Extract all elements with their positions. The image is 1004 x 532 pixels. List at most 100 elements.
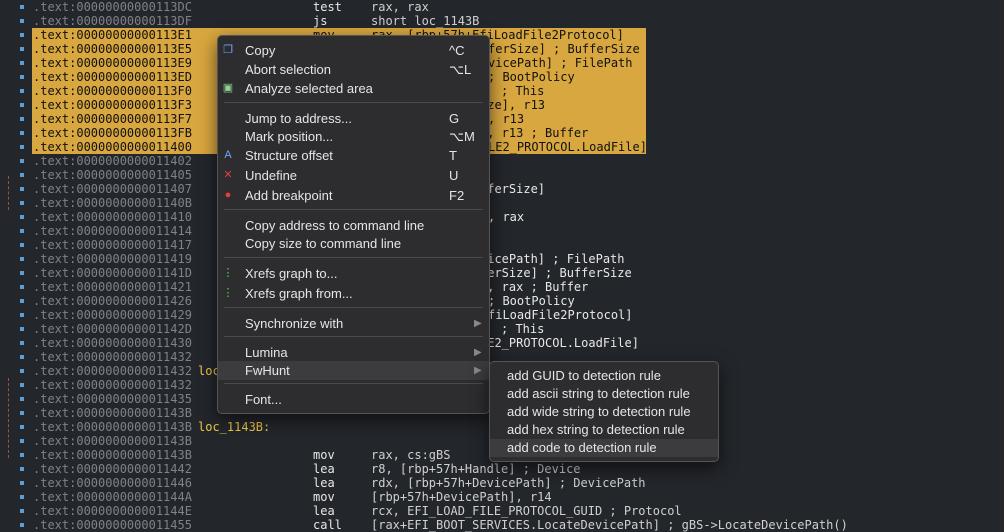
- menu-separator: [224, 336, 483, 337]
- breakpoint-icon: ●: [224, 189, 232, 201]
- row-operands: rdx, [rbp+57h+DevicePath] ; DevicePath: [371, 476, 646, 490]
- submenu-item-label: add ascii string to detection rule: [507, 386, 690, 401]
- row-operand-tail: , rax: [488, 210, 525, 224]
- submenu-arrow-icon: ▶: [474, 318, 482, 329]
- submenu-item-add-hex[interactable]: add hex string to detection rule: [490, 421, 718, 439]
- menu-item-label: Lumina: [245, 345, 288, 360]
- row-marker-icon: [20, 509, 24, 513]
- context-menu: ❐ Copy ^C Abort selection ⌥L ▣ Analyze selecte…: [217, 35, 490, 414]
- listing-row[interactable]: .text:00000000000113E9 vicePath] ; FilePa…: [0, 56, 1004, 70]
- row-marker-icon: [20, 187, 24, 191]
- row-marker-icon: [20, 439, 24, 443]
- listing-row[interactable]: .text:00000000000113F3 ize], r13: [0, 98, 1004, 112]
- menu-item-abort-selection[interactable]: Abort selection ⌥L: [218, 60, 489, 79]
- row-marker-icon: [20, 355, 24, 359]
- submenu-item-add-code[interactable]: add code to detection rule: [490, 439, 718, 457]
- menu-item-lumina[interactable]: Lumina ▶: [218, 343, 489, 362]
- listing-row[interactable]: .text:0000000000011446 lea rdx, [rbp+57h+D…: [0, 476, 1004, 490]
- row-address: .text:0000000000011414: [33, 224, 192, 238]
- row-address: .text:000000000001141D: [33, 266, 192, 280]
- listing-row[interactable]: .text:000000000001142D ; This: [0, 322, 1004, 336]
- listing-row[interactable]: .text:00000000000113E5 ferSize] ; BufferS…: [0, 42, 1004, 56]
- row-address: .text:0000000000011432: [33, 364, 192, 378]
- row-address: .text:0000000000011446: [33, 476, 192, 490]
- menu-item-copy[interactable]: ❐ Copy ^C: [218, 41, 489, 60]
- xrefs-graph-to-icon: ⋮: [222, 267, 234, 279]
- listing-row[interactable]: .text:0000000000011429 fiLoadFile2Protoco…: [0, 308, 1004, 322]
- menu-item-label: Copy: [245, 43, 276, 58]
- menu-separator: [224, 257, 483, 258]
- menu-item-undefine[interactable]: ✕ Undefine U: [218, 166, 489, 185]
- row-address: .text:0000000000011426: [33, 294, 192, 308]
- row-address: .text:0000000000011407: [33, 182, 192, 196]
- menu-item-label: FwHunt: [245, 363, 290, 378]
- listing-row[interactable]: .text:00000000000113DC test rax, rax: [0, 0, 1004, 14]
- listing-row[interactable]: .text:0000000000011430 LE2_PROTOCOL.LoadF…: [0, 336, 1004, 350]
- row-address: .text:00000000000113FB: [33, 126, 192, 140]
- listing-row[interactable]: .text:0000000000011455 call [rax+EFI_BOOT_…: [0, 518, 1004, 532]
- menu-item-shortcut: ^C: [449, 43, 465, 58]
- listing-row[interactable]: .text:0000000000011400 LE2_PROTOCOL.LoadF…: [0, 140, 1004, 154]
- listing-row[interactable]: .text:0000000000011426 ; BootPolicy: [0, 294, 1004, 308]
- listing-row[interactable]: .text:00000000000113DF js short loc_1143B: [0, 14, 1004, 28]
- listing-row[interactable]: .text:000000000001144E lea rcx, EFI_LOAD_F…: [0, 504, 1004, 518]
- menu-item-shortcut: ⌥L: [449, 62, 472, 77]
- row-mnemonic: lea: [313, 504, 335, 518]
- row-mnemonic: mov: [313, 490, 335, 504]
- row-marker-icon: [20, 145, 24, 149]
- menu-item-shortcut: T: [449, 148, 457, 163]
- menu-item-font[interactable]: Font...: [218, 390, 489, 409]
- row-address: .text:0000000000011435: [33, 392, 192, 406]
- row-marker-icon: [20, 369, 24, 373]
- listing-row[interactable]: .text:0000000000011405: [0, 168, 1004, 182]
- listing-row[interactable]: .text:00000000000113FB], r13 ; Buffer: [0, 126, 1004, 140]
- flow-arrow: [8, 378, 17, 458]
- listing-row[interactable]: .text:0000000000011414: [0, 224, 1004, 238]
- submenu-item-add-wide[interactable]: add wide string to detection rule: [490, 403, 718, 421]
- listing-row[interactable]: .text:0000000000011419 vicePath] ; FilePa…: [0, 252, 1004, 266]
- menu-item-add-breakpoint[interactable]: ● Add breakpoint F2: [218, 186, 489, 205]
- row-address: .text:0000000000011419: [33, 252, 192, 266]
- listing-row[interactable]: .text:0000000000011407 fferSize]: [0, 182, 1004, 196]
- menu-item-analyze-selected-area[interactable]: ▣ Analyze selected area: [218, 79, 489, 98]
- menu-item-mark-position[interactable]: Mark position... ⌥M: [218, 127, 489, 146]
- listing-row[interactable]: .text:00000000000113F0 ; This: [0, 84, 1004, 98]
- listing-row[interactable]: .text:0000000000011410 , rax: [0, 210, 1004, 224]
- submenu-item-add-ascii[interactable]: add ascii string to detection rule: [490, 385, 718, 403]
- row-marker-icon: [20, 201, 24, 205]
- listing-row[interactable]: .text:00000000000113ED ; BootPolicy: [0, 70, 1004, 84]
- row-marker-icon: [20, 397, 24, 401]
- menu-item-label: Mark position...: [245, 129, 334, 144]
- menu-item-structure-offset[interactable]: A Structure offset T: [218, 146, 489, 165]
- row-marker-icon: [20, 425, 24, 429]
- listing-row[interactable]: .text:00000000000113F7 , r13: [0, 112, 1004, 126]
- code-label[interactable]: loc_1143B:: [198, 420, 270, 434]
- menu-item-copy-address[interactable]: Copy address to command line: [218, 216, 489, 235]
- row-mnemonic: test: [313, 0, 342, 14]
- listing-row[interactable]: .text:0000000000011402: [0, 154, 1004, 168]
- row-address: .text:00000000000113E5: [33, 42, 192, 56]
- listing-row[interactable]: .text:0000000000011417: [0, 238, 1004, 252]
- menu-item-synchronize-with[interactable]: Synchronize with ▶: [218, 314, 489, 333]
- menu-item-xrefs-graph-from[interactable]: ⋮ Xrefs graph from...: [218, 284, 489, 303]
- menu-item-xrefs-graph-to[interactable]: ⋮ Xrefs graph to...: [218, 264, 489, 283]
- row-address: .text:00000000000113ED: [33, 70, 192, 84]
- menu-item-jump-to-address[interactable]: Jump to address... G: [218, 109, 489, 128]
- row-address: .text:000000000001144A: [33, 490, 192, 504]
- row-address: .text:000000000001143B: [33, 448, 192, 462]
- listing-row[interactable]: .text:000000000001144A mov [rbp+57h+Device…: [0, 490, 1004, 504]
- listing-row[interactable]: .text:00000000000113E1movrax, [rbp+57h+E…: [0, 28, 1004, 42]
- listing-row[interactable]: .text:0000000000011421], rax ; Buffer: [0, 280, 1004, 294]
- row-operands: rcx, EFI_LOAD_FILE_PROTOCOL_GUID ; Proto…: [371, 504, 682, 518]
- row-address: .text:0000000000011405: [33, 168, 192, 182]
- listing-row[interactable]: .text:000000000001140B: [0, 196, 1004, 210]
- structure-icon: A: [224, 149, 232, 161]
- menu-item-shortcut: G: [449, 111, 460, 126]
- listing-row[interactable]: .text:0000000000011442 lea r8, [rbp+57h+Ha…: [0, 462, 1004, 476]
- row-address: .text:0000000000011429: [33, 308, 192, 322]
- menu-item-fwhunt[interactable]: FwHunt ▶: [218, 361, 489, 380]
- menu-item-shortcut: F2: [449, 188, 465, 203]
- submenu-item-add-guid[interactable]: add GUID to detection rule: [490, 367, 718, 385]
- listing-row[interactable]: .text:000000000001141D ferSize] ; BufferS…: [0, 266, 1004, 280]
- menu-item-copy-size[interactable]: Copy size to command line: [218, 234, 489, 253]
